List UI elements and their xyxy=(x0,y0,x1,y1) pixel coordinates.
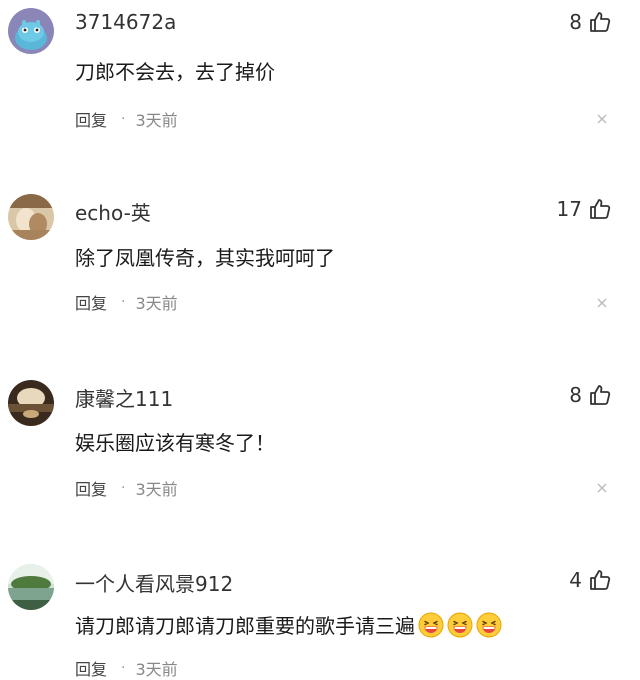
like-count: 4 xyxy=(569,568,582,592)
comment-time: 3天前 xyxy=(135,111,178,130)
close-icon[interactable] xyxy=(594,111,610,127)
comment-time: 3天前 xyxy=(135,294,178,313)
reply-button[interactable]: 回复 xyxy=(75,476,107,500)
thumbs-up-icon[interactable] xyxy=(588,383,612,407)
photo-avatar-icon[interactable] xyxy=(8,194,54,240)
meta-separator: · xyxy=(121,660,126,676)
comment-meta: 回复 · 3天前 xyxy=(75,476,178,500)
thumbs-up-icon[interactable] xyxy=(588,10,612,34)
comment-item: echo-英 17 除了凤凰传奇，其实我呵呵了 回复 · 3天前 xyxy=(0,188,640,348)
like-button[interactable]: 17 xyxy=(557,197,612,221)
meta-separator: · xyxy=(121,111,126,127)
username[interactable]: echo-英 xyxy=(75,197,151,226)
reply-button[interactable]: 回复 xyxy=(75,290,107,314)
like-count: 17 xyxy=(556,197,582,221)
blue-cartoon-avatar-icon[interactable] xyxy=(8,8,54,54)
landscape-avatar-icon[interactable] xyxy=(8,380,54,426)
meta-separator: · xyxy=(121,294,126,310)
comment-time: 3天前 xyxy=(135,480,178,499)
reply-button[interactable]: 回复 xyxy=(75,656,107,680)
grin-emoji-icon xyxy=(418,612,444,638)
username[interactable]: 3714672a xyxy=(75,10,176,34)
close-icon[interactable] xyxy=(594,480,610,496)
comment-text: 请刀郎请刀郎请刀郎重要的歌手请三遍 xyxy=(75,614,415,638)
username[interactable]: 一个人看风景912 xyxy=(75,568,233,597)
comment-meta: 回复 · 3天前 xyxy=(75,290,178,314)
close-icon[interactable] xyxy=(594,295,610,311)
comment-text-row: 请刀郎请刀郎请刀郎重要的歌手请三遍 xyxy=(75,610,502,639)
like-button[interactable]: 8 xyxy=(569,10,612,34)
comment-text: 除了凤凰传奇，其实我呵呵了 xyxy=(75,246,335,270)
thumbs-up-icon[interactable] xyxy=(588,197,612,221)
comment-text: 娱乐圈应该有寒冬了！ xyxy=(75,431,275,455)
comment-meta: 回复 · 3天前 xyxy=(75,107,178,131)
grin-emoji-icon xyxy=(476,612,502,638)
like-count: 8 xyxy=(569,10,582,34)
comment-meta: 回复 · 3天前 xyxy=(75,656,178,680)
comment-item: 一个人看风景912 4 请刀郎请刀郎请刀郎重要的歌手请三遍 回复 · 3天前 xyxy=(0,560,640,679)
like-button[interactable]: 8 xyxy=(569,383,612,407)
like-button[interactable]: 4 xyxy=(569,568,612,592)
reply-button[interactable]: 回复 xyxy=(75,107,107,131)
like-count: 8 xyxy=(569,383,582,407)
grin-emoji-icon xyxy=(447,612,473,638)
lake-avatar-icon[interactable] xyxy=(8,564,54,610)
username[interactable]: 康馨之111 xyxy=(75,383,173,412)
comment-text: 刀郎不会去，去了掉价 xyxy=(75,60,275,84)
comment-item: 3714672a 8 刀郎不会去，去了掉价 回复 · 3天前 xyxy=(0,0,640,160)
thumbs-up-icon[interactable] xyxy=(588,568,612,592)
comment-time: 3天前 xyxy=(135,660,178,679)
meta-separator: · xyxy=(121,480,126,496)
comment-item: 康馨之111 8 娱乐圈应该有寒冬了！ 回复 · 3天前 xyxy=(0,374,640,534)
